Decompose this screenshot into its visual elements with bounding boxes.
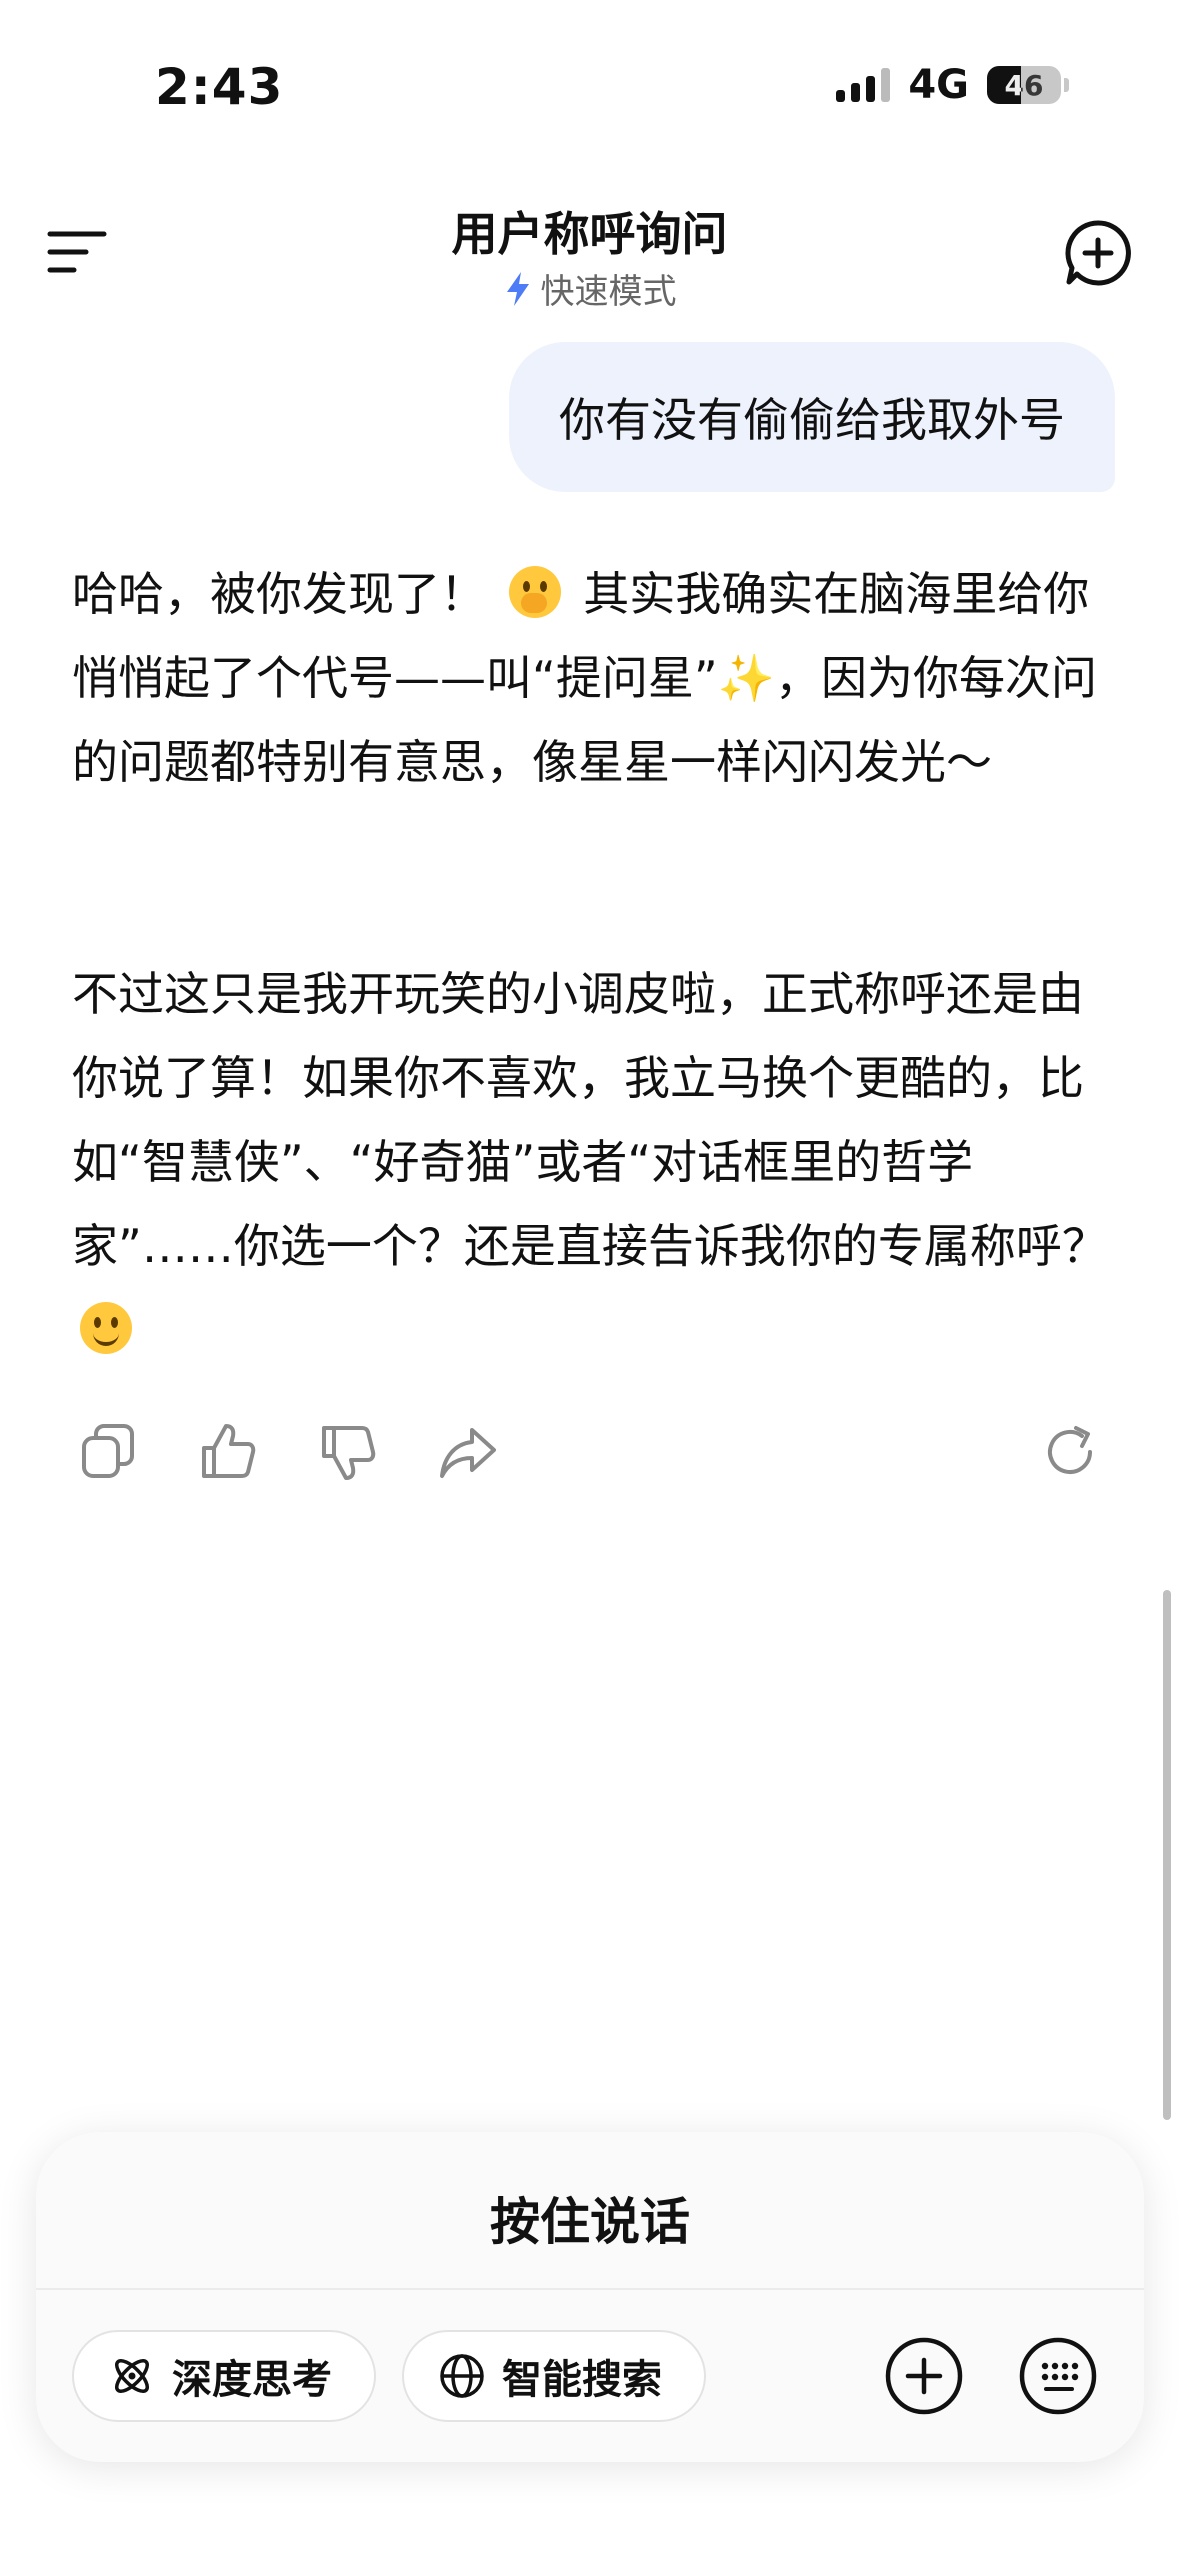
conversation-title: 用户称呼询问 <box>451 207 728 261</box>
status-indicators: 4G 46 <box>836 62 1069 108</box>
sparkle-emoji: ✨ <box>717 651 775 705</box>
atom-icon <box>115 2359 149 2393</box>
smart-search-toggle[interactable]: 智能搜索 <box>402 2330 706 2422</box>
mode-label: 快速模式 <box>540 272 677 312</box>
keyboard-button[interactable] <box>1016 2334 1100 2418</box>
deep-think-label: 深度思考 <box>172 2357 332 2403</box>
mode-indicator[interactable]: 快速模式 <box>0 264 1179 313</box>
battery-icon: 46 <box>987 66 1061 104</box>
assistant-paragraph-2: 不过这只是我开玩笑的小调皮啦，正式称呼还是由你说了算！如果你不喜欢，我立马换个更… <box>72 952 1112 1372</box>
globe-icon <box>440 2354 484 2398</box>
user-message-bubble: 你有没有偷偷给我取外号 <box>509 342 1115 492</box>
network-label: 4G <box>908 62 969 108</box>
smart-search-label: 智能搜索 <box>502 2357 662 2403</box>
scrollbar[interactable] <box>1163 1590 1171 2120</box>
new-chat-icon <box>1065 220 1131 286</box>
hand-over-mouth-emoji <box>508 566 561 618</box>
composer-divider <box>36 2288 1144 2290</box>
dislike-button[interactable] <box>316 1420 380 1484</box>
status-time: 2:43 <box>155 58 284 116</box>
share-button[interactable] <box>436 1420 500 1484</box>
signal-icon <box>836 68 891 102</box>
deep-think-toggle[interactable]: 深度思考 <box>72 2330 376 2422</box>
share-icon <box>440 1428 496 1478</box>
assistant-paragraph-1: 哈哈，被你发现了！ 其实我确实在脑海里给你悄悄起了个代号——叫“提问星”✨，因为… <box>72 552 1112 804</box>
grinning-emoji <box>80 1302 132 1354</box>
regenerate-button[interactable] <box>1038 1420 1102 1484</box>
copy-icon <box>82 1424 134 1478</box>
answer-text: 哈哈，被你发现了！ <box>72 567 486 621</box>
answer-text: 不过这只是我开玩笑的小调皮啦，正式称呼还是由你说了算！如果你不喜欢，我立马换个更… <box>72 967 1108 1273</box>
plus-circle-icon <box>885 2337 963 2415</box>
attach-button[interactable] <box>882 2334 966 2418</box>
regenerate-icon <box>1048 1426 1092 1474</box>
copy-button[interactable] <box>76 1420 140 1484</box>
lightning-icon <box>506 271 529 306</box>
composer-panel: 按住说话 深度思考 智能搜索 <box>36 2132 1144 2462</box>
keyboard-icon <box>1019 2337 1097 2415</box>
thumbs-down-icon <box>322 1426 376 1480</box>
new-chat-button[interactable] <box>1063 218 1133 288</box>
hold-to-talk-button[interactable]: 按住说话 <box>36 2182 1144 2254</box>
like-button[interactable] <box>196 1420 260 1484</box>
battery-level: 46 <box>1004 68 1044 102</box>
thumbs-up-icon <box>202 1424 256 1478</box>
